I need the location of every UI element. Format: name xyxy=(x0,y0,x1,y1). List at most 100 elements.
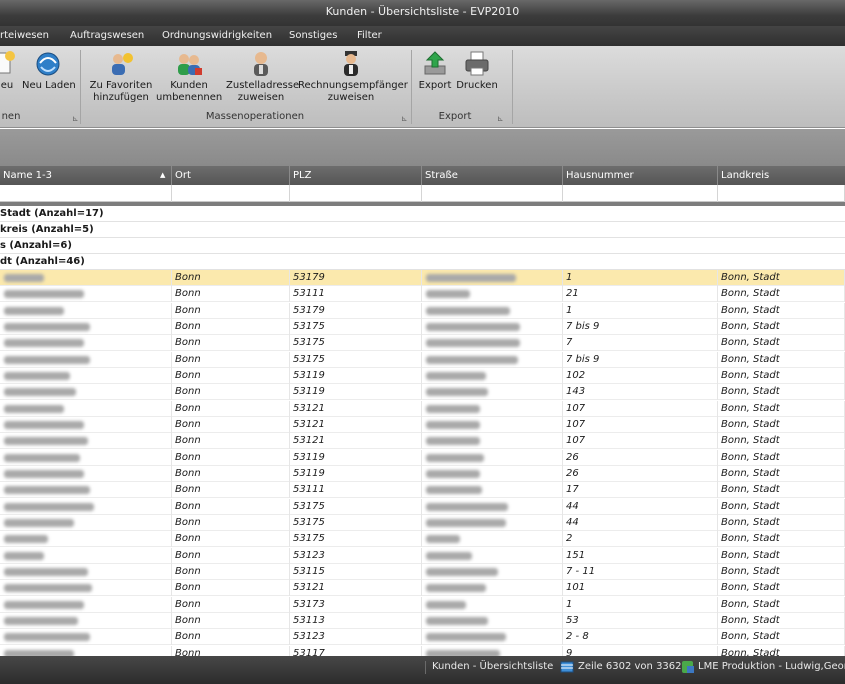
cell-plz[interactable]: 53175 xyxy=(290,318,422,335)
dialog-launcher-icon[interactable]: ⊾ xyxy=(401,114,408,123)
cell-strasse[interactable] xyxy=(422,514,563,531)
cell-plz[interactable]: 53121 xyxy=(290,580,422,597)
column-header-hausnummer[interactable]: Hausnummer xyxy=(563,166,718,185)
rename-customers-button[interactable]: Kunden umbenennen xyxy=(156,50,222,104)
column-header-landkreis[interactable]: Landkreis xyxy=(718,166,845,185)
cell-plz[interactable]: 53175 xyxy=(290,531,422,548)
cell-hausnummer[interactable]: 102 xyxy=(563,367,718,384)
cell-name[interactable] xyxy=(0,596,172,613)
table-row[interactable]: Bonn 53111 21 Bonn, Stadt xyxy=(0,286,845,303)
cell-ort[interactable]: Bonn xyxy=(172,302,290,319)
cell-strasse[interactable] xyxy=(422,629,563,646)
assign-invoice-recipient-button[interactable]: Rechnungsempfänger zuweisen xyxy=(298,50,408,104)
cell-plz[interactable]: 53179 xyxy=(290,270,422,286)
export-button[interactable]: Export xyxy=(416,50,454,92)
cell-ort[interactable]: Bonn xyxy=(172,629,290,646)
menu-ordnungswidrigkeiten[interactable]: Ordnungswidrigkeiten xyxy=(162,26,272,46)
cell-hausnummer[interactable]: 7 xyxy=(563,335,718,352)
table-row[interactable]: Bonn 53121 107 Bonn, Stadt xyxy=(0,416,845,433)
cell-strasse[interactable] xyxy=(422,498,563,515)
cell-hausnummer[interactable]: 7 bis 9 xyxy=(563,351,718,368)
cell-hausnummer[interactable]: 143 xyxy=(563,384,718,401)
cell-strasse[interactable] xyxy=(422,335,563,352)
cell-landkreis[interactable]: Bonn, Stadt xyxy=(718,612,845,629)
table-row[interactable]: Bonn 53121 107 Bonn, Stadt xyxy=(0,400,845,417)
cell-ort[interactable]: Bonn xyxy=(172,384,290,401)
cell-plz[interactable]: 53115 xyxy=(290,563,422,580)
cell-landkreis[interactable]: Bonn, Stadt xyxy=(718,629,845,646)
cell-name[interactable] xyxy=(0,302,172,319)
cell-name[interactable] xyxy=(0,384,172,401)
cell-landkreis[interactable]: Bonn, Stadt xyxy=(718,367,845,384)
column-header-plz[interactable]: PLZ xyxy=(290,166,422,185)
cell-name[interactable] xyxy=(0,367,172,384)
table-row[interactable]: Bonn 53179 1 Bonn, Stadt xyxy=(0,270,845,286)
table-row[interactable]: Bonn 53121 107 Bonn, Stadt xyxy=(0,433,845,450)
filter-cell-landkreis[interactable] xyxy=(718,185,845,202)
cell-strasse[interactable] xyxy=(422,367,563,384)
menu-filter[interactable]: Filter xyxy=(357,26,382,46)
group-row[interactable]: dt (Anzahl=46) xyxy=(0,254,845,270)
table-row[interactable]: Bonn 53175 7 bis 9 Bonn, Stadt xyxy=(0,351,845,368)
cell-strasse[interactable] xyxy=(422,302,563,319)
cell-plz[interactable]: 53175 xyxy=(290,335,422,352)
cell-name[interactable] xyxy=(0,580,172,597)
table-row[interactable]: Bonn 53123 151 Bonn, Stadt xyxy=(0,547,845,564)
cell-landkreis[interactable]: Bonn, Stadt xyxy=(718,580,845,597)
column-header-name[interactable]: Name 1-3 ▲ xyxy=(0,166,172,185)
cell-hausnummer[interactable]: 2 - 8 xyxy=(563,629,718,646)
cell-strasse[interactable] xyxy=(422,270,563,286)
cell-ort[interactable]: Bonn xyxy=(172,449,290,466)
cell-landkreis[interactable]: Bonn, Stadt xyxy=(718,531,845,548)
cell-landkreis[interactable]: Bonn, Stadt xyxy=(718,400,845,417)
cell-hausnummer[interactable]: 53 xyxy=(563,612,718,629)
cell-hausnummer[interactable]: 44 xyxy=(563,498,718,515)
cell-plz[interactable]: 53119 xyxy=(290,384,422,401)
cell-strasse[interactable] xyxy=(422,482,563,499)
cell-landkreis[interactable]: Bonn, Stadt xyxy=(718,351,845,368)
cell-landkreis[interactable]: Bonn, Stadt xyxy=(718,498,845,515)
filter-cell-name[interactable] xyxy=(0,185,172,202)
group-row[interactable]: s (Anzahl=6) xyxy=(0,238,845,254)
cell-name[interactable] xyxy=(0,498,172,515)
cell-strasse[interactable] xyxy=(422,416,563,433)
column-header-strasse[interactable]: Straße xyxy=(422,166,563,185)
cell-plz[interactable]: 53173 xyxy=(290,596,422,613)
cell-landkreis[interactable]: Bonn, Stadt xyxy=(718,433,845,450)
cell-plz[interactable]: 53175 xyxy=(290,514,422,531)
cell-hausnummer[interactable]: 44 xyxy=(563,514,718,531)
cell-strasse[interactable] xyxy=(422,465,563,482)
cell-ort[interactable]: Bonn xyxy=(172,270,290,286)
cell-hausnummer[interactable]: 26 xyxy=(563,449,718,466)
table-row[interactable]: Bonn 53175 2 Bonn, Stadt xyxy=(0,531,845,548)
cell-hausnummer[interactable]: 7 bis 9 xyxy=(563,318,718,335)
cell-hausnummer[interactable]: 107 xyxy=(563,416,718,433)
cell-ort[interactable]: Bonn xyxy=(172,580,290,597)
cell-ort[interactable]: Bonn xyxy=(172,547,290,564)
filter-cell-ort[interactable] xyxy=(172,185,290,202)
group-row[interactable]: Stadt (Anzahl=17) xyxy=(0,206,845,222)
cell-landkreis[interactable]: Bonn, Stadt xyxy=(718,563,845,580)
cell-plz[interactable]: 53119 xyxy=(290,465,422,482)
cell-plz[interactable]: 53111 xyxy=(290,286,422,303)
cell-hausnummer[interactable]: 101 xyxy=(563,580,718,597)
cell-name[interactable] xyxy=(0,563,172,580)
cell-ort[interactable]: Bonn xyxy=(172,531,290,548)
print-button[interactable]: Drucken xyxy=(456,50,498,92)
cell-strasse[interactable] xyxy=(422,384,563,401)
cell-plz[interactable]: 53121 xyxy=(290,416,422,433)
cell-plz[interactable]: 53119 xyxy=(290,449,422,466)
cell-landkreis[interactable]: Bonn, Stadt xyxy=(718,547,845,564)
cell-plz[interactable]: 53175 xyxy=(290,351,422,368)
cell-plz[interactable]: 53123 xyxy=(290,547,422,564)
cell-landkreis[interactable]: Bonn, Stadt xyxy=(718,302,845,319)
reload-button[interactable]: Neu Laden xyxy=(22,50,76,92)
cell-strasse[interactable] xyxy=(422,449,563,466)
cell-hausnummer[interactable]: 151 xyxy=(563,547,718,564)
add-favorites-button[interactable]: Zu Favoriten hinzufügen xyxy=(88,50,154,104)
cell-hausnummer[interactable]: 21 xyxy=(563,286,718,303)
menu-sonstiges[interactable]: Sonstiges xyxy=(289,26,337,46)
cell-name[interactable] xyxy=(0,449,172,466)
cell-ort[interactable]: Bonn xyxy=(172,416,290,433)
cell-plz[interactable]: 53119 xyxy=(290,367,422,384)
